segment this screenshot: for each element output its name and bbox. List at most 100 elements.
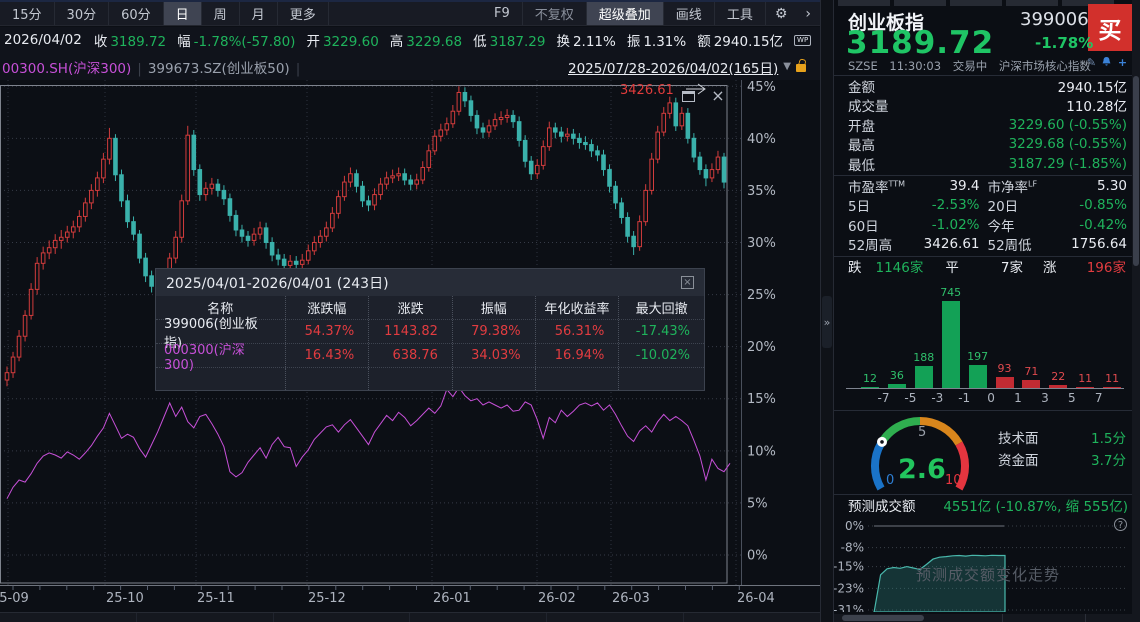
main-chart-area: 0%5%10%15%20%25%30%35%40%45%25-0925-1025… <box>0 80 820 612</box>
overlay-symbol[interactable]: 399673.SZ(创业板50) <box>148 61 290 77</box>
hist-bar <box>915 366 933 388</box>
quote-field: 幅-1.78%(-57.80) <box>177 34 295 50</box>
score-row: 技术面1.5分 <box>998 427 1126 445</box>
stat-row: 成交量110.28亿 <box>834 96 1132 116</box>
quote-field: 振1.31% <box>627 34 686 50</box>
restore-window-button[interactable] <box>676 86 700 106</box>
advance-decline-histogram[interactable]: 12361887451979371221111-7-5-3-101357 <box>834 276 1132 408</box>
quote-bar: 2026/04/02 收3189.72幅-1.78%(-57.80)开3229.… <box>0 27 820 53</box>
svg-text:25-10: 25-10 <box>106 591 144 606</box>
svg-text:25-12: 25-12 <box>308 591 346 606</box>
help-icon[interactable]: ? <box>1114 518 1127 531</box>
svg-text:26-02: 26-02 <box>538 591 576 606</box>
stat-row-pair: 市盈率TTM39.4市净率LF5.30 <box>834 176 1132 196</box>
svg-text:26-01: 26-01 <box>433 591 471 606</box>
svg-text:25-09: 25-09 <box>0 591 29 606</box>
svg-text:2.6: 2.6 <box>898 454 946 485</box>
stat-row: 最低3187.29 (-1.85%) <box>834 154 1132 174</box>
tool-tabs: F9不复权超级叠加画线工具 <box>482 2 766 25</box>
svg-text:0: 0 <box>886 473 894 488</box>
svg-text:0%: 0% <box>845 519 864 533</box>
forecast-value: 4551亿 (-10.87%, 缩 555亿) <box>943 495 1128 515</box>
stat-row-pair: 5日-2.53%20日-0.85% <box>834 196 1132 216</box>
change-percent: -1.78% <box>1035 34 1093 52</box>
up-count: 196家 <box>1087 256 1126 276</box>
svg-text:25-11: 25-11 <box>197 591 235 606</box>
close-chart-button[interactable]: × <box>706 86 730 106</box>
panel-collapse-handle[interactable]: » <box>822 296 832 348</box>
svg-text:-15%: -15% <box>834 560 864 574</box>
svg-text:25%: 25% <box>747 288 776 303</box>
svg-text:40%: 40% <box>747 132 776 147</box>
overlay-symbol[interactable]: 00300.SH(沪深300) <box>2 61 131 77</box>
forecast-area-canvas: 0%-8%-15%-23%-31% <box>834 514 1132 612</box>
tool-tab-超级叠加[interactable]: 超级叠加 <box>587 2 664 25</box>
panel-vertical-scrollbar[interactable] <box>1132 0 1140 622</box>
tool-tab-画线[interactable]: 画线 <box>664 2 715 25</box>
chart-window-controls: × <box>676 86 730 106</box>
tool-tab-F9[interactable]: F9 <box>482 2 523 25</box>
hscroll-thumb[interactable] <box>842 615 924 621</box>
quote-field: 额2940.15亿 <box>697 34 783 50</box>
histogram-axis <box>846 388 1124 389</box>
svg-text:0%: 0% <box>747 549 768 564</box>
svg-text:5: 5 <box>918 425 926 440</box>
unlocked-lock-icon[interactable] <box>796 64 806 72</box>
tool-tab-工具[interactable]: 工具 <box>715 2 766 25</box>
add-to-watchlist-icon[interactable]: + <box>1116 56 1129 69</box>
quote-field: 开3229.60 <box>306 34 378 50</box>
date-range-text[interactable]: 2025/07/28-2026/04/02(165日) <box>568 57 778 77</box>
period-tab-60分[interactable]: 60分 <box>109 2 164 25</box>
svg-text:30%: 30% <box>747 236 776 251</box>
date-range-control[interactable]: 2025/07/28-2026/04/02(165日) ▼ <box>568 57 806 77</box>
quote-field: 换2.11% <box>556 34 615 50</box>
svg-text:5%: 5% <box>747 496 768 511</box>
wp-monitor-icon[interactable]: WP <box>794 35 811 46</box>
stat-row-pair: 52周高3426.6152周低1756.64 <box>834 235 1132 255</box>
period-tab-30分[interactable]: 30分 <box>55 2 110 25</box>
hist-bar <box>1103 387 1121 389</box>
popup-title-bar[interactable]: 2025/04/01-2026/04/01 (243日) × <box>156 269 704 296</box>
period-tab-更多[interactable]: 更多 <box>278 2 329 25</box>
svg-text:10%: 10% <box>747 444 776 459</box>
exchange-label: SZSE <box>848 59 878 73</box>
more-chevron-icon[interactable]: › <box>796 6 820 22</box>
chart-watermark: 预测成交额变化走势 <box>916 564 1060 585</box>
period-tab-日[interactable]: 日 <box>164 2 202 25</box>
quote-fields: 收3189.72幅-1.78%(-57.80)开3229.60高3229.68低… <box>94 30 794 50</box>
period-tabs: 15分30分60分日周月更多 <box>0 2 329 25</box>
period-tab-月[interactable]: 月 <box>240 2 278 25</box>
forecast-turnover-row: 预测成交额 4551亿 (-10.87%, 缩 555亿) <box>834 494 1132 514</box>
settings-gear-icon[interactable]: ⚙ <box>766 6 797 22</box>
alert-bell-icon[interactable] <box>1100 56 1113 69</box>
tool-tab-不复权[interactable]: 不复权 <box>523 2 587 25</box>
svg-text:26-03: 26-03 <box>612 591 650 606</box>
period-tab-周[interactable]: 周 <box>202 2 240 25</box>
hist-bar <box>1049 385 1067 388</box>
forecast-trend-chart[interactable]: 0%-8%-15%-23%-31% 预测成交额变化走势 ? <box>834 514 1132 612</box>
buy-button[interactable]: 买 <box>1088 4 1132 51</box>
quote-detail-panel: 创业板指 399006 买 3189.72 -1.78% SZSE 11:30:… <box>834 0 1132 622</box>
period-tab-15分[interactable]: 15分 <box>0 2 55 25</box>
hist-bar <box>942 301 960 388</box>
popup-table: 名称涨跌幅涨跌振幅年化收益率最大回撤399006(创业板指)54.37%1143… <box>156 296 704 390</box>
range-stats-popup: 2025/04/01-2026/04/01 (243日) × 名称涨跌幅涨跌振幅… <box>155 268 705 391</box>
vscroll-thumb[interactable] <box>1133 76 1139 266</box>
hist-bar <box>1022 380 1040 388</box>
hist-bar <box>1076 387 1094 389</box>
bottom-tab-strip <box>0 612 820 622</box>
stats-section-1: 金额2940.15亿成交量110.28亿开盘3229.60 (-0.55%)最高… <box>834 75 1132 174</box>
stat-row-pair: 60日-1.02%今年-0.42% <box>834 215 1132 235</box>
quote-date: 2026/04/02 <box>4 32 82 48</box>
panel-horizontal-scrollbar[interactable] <box>834 614 1132 622</box>
svg-text:-31%: -31% <box>834 603 864 612</box>
stat-row: 开盘3229.60 (-0.55%) <box>834 115 1132 135</box>
svg-text:35%: 35% <box>747 184 776 199</box>
stat-row: 最高3229.68 (-0.55%) <box>834 135 1132 155</box>
edit-pencil-icon[interactable]: ✎ <box>1085 56 1098 69</box>
svg-text:10: 10 <box>945 473 962 488</box>
popup-close-icon[interactable]: × <box>681 276 694 289</box>
quote-field: 高3229.68 <box>390 34 462 50</box>
period-toolbar: 15分30分60分日周月更多 F9不复权超级叠加画线工具 ⚙ › <box>0 2 820 26</box>
range-dropdown-icon[interactable]: ▼ <box>783 61 791 72</box>
